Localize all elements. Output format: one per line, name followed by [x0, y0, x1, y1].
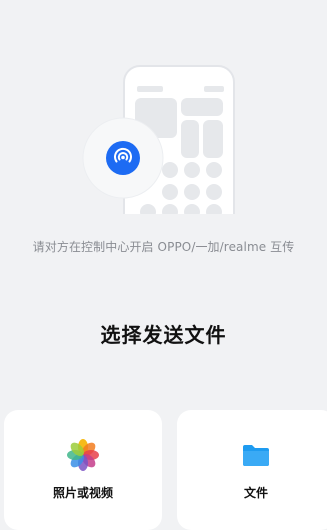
files-label: 文件: [243, 486, 268, 500]
files-button[interactable]: 文件: [177, 410, 327, 530]
photos-icon: [64, 436, 102, 474]
instruction-text: 请对方在控制中心开启 OPPO/一加/realme 互传: [32, 240, 295, 254]
transfer-illustration: [82, 65, 240, 220]
photos-or-videos-button[interactable]: 照片或视频: [4, 410, 162, 530]
wireless-share-icon: [82, 117, 164, 199]
photos-or-videos-label: 照片或视频: [52, 486, 113, 500]
page-title: 选择发送文件: [100, 323, 227, 347]
folder-icon: [237, 436, 275, 474]
